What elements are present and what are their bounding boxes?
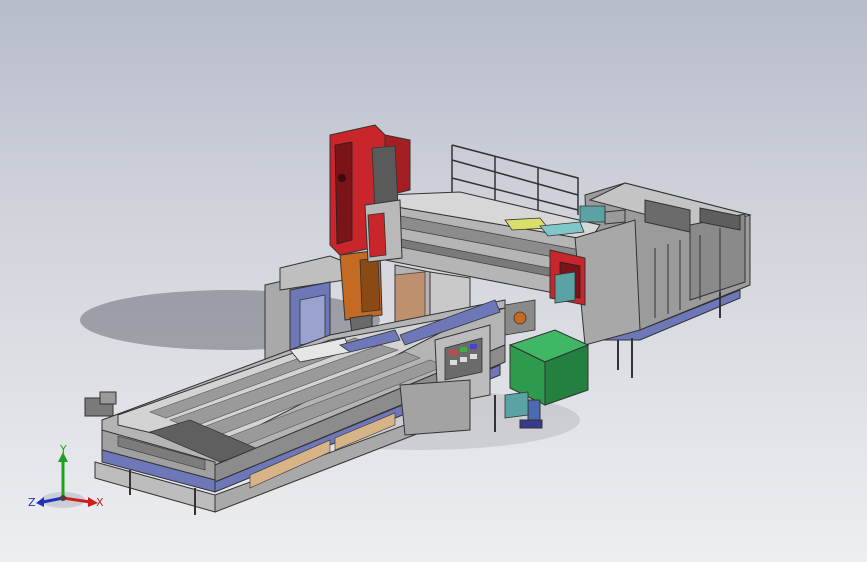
cad-viewport[interactable]: Y X Z (0, 0, 867, 562)
triad-origin (60, 495, 66, 501)
x-axis-label: X (96, 496, 104, 509)
z-axis-arrowhead (36, 497, 44, 507)
y-axis-label: Y (59, 443, 67, 456)
z-axis-label: Z (28, 496, 36, 509)
orientation-triad[interactable]: Y X Z (28, 440, 108, 520)
gantry-milling-machine-model[interactable] (0, 0, 867, 562)
